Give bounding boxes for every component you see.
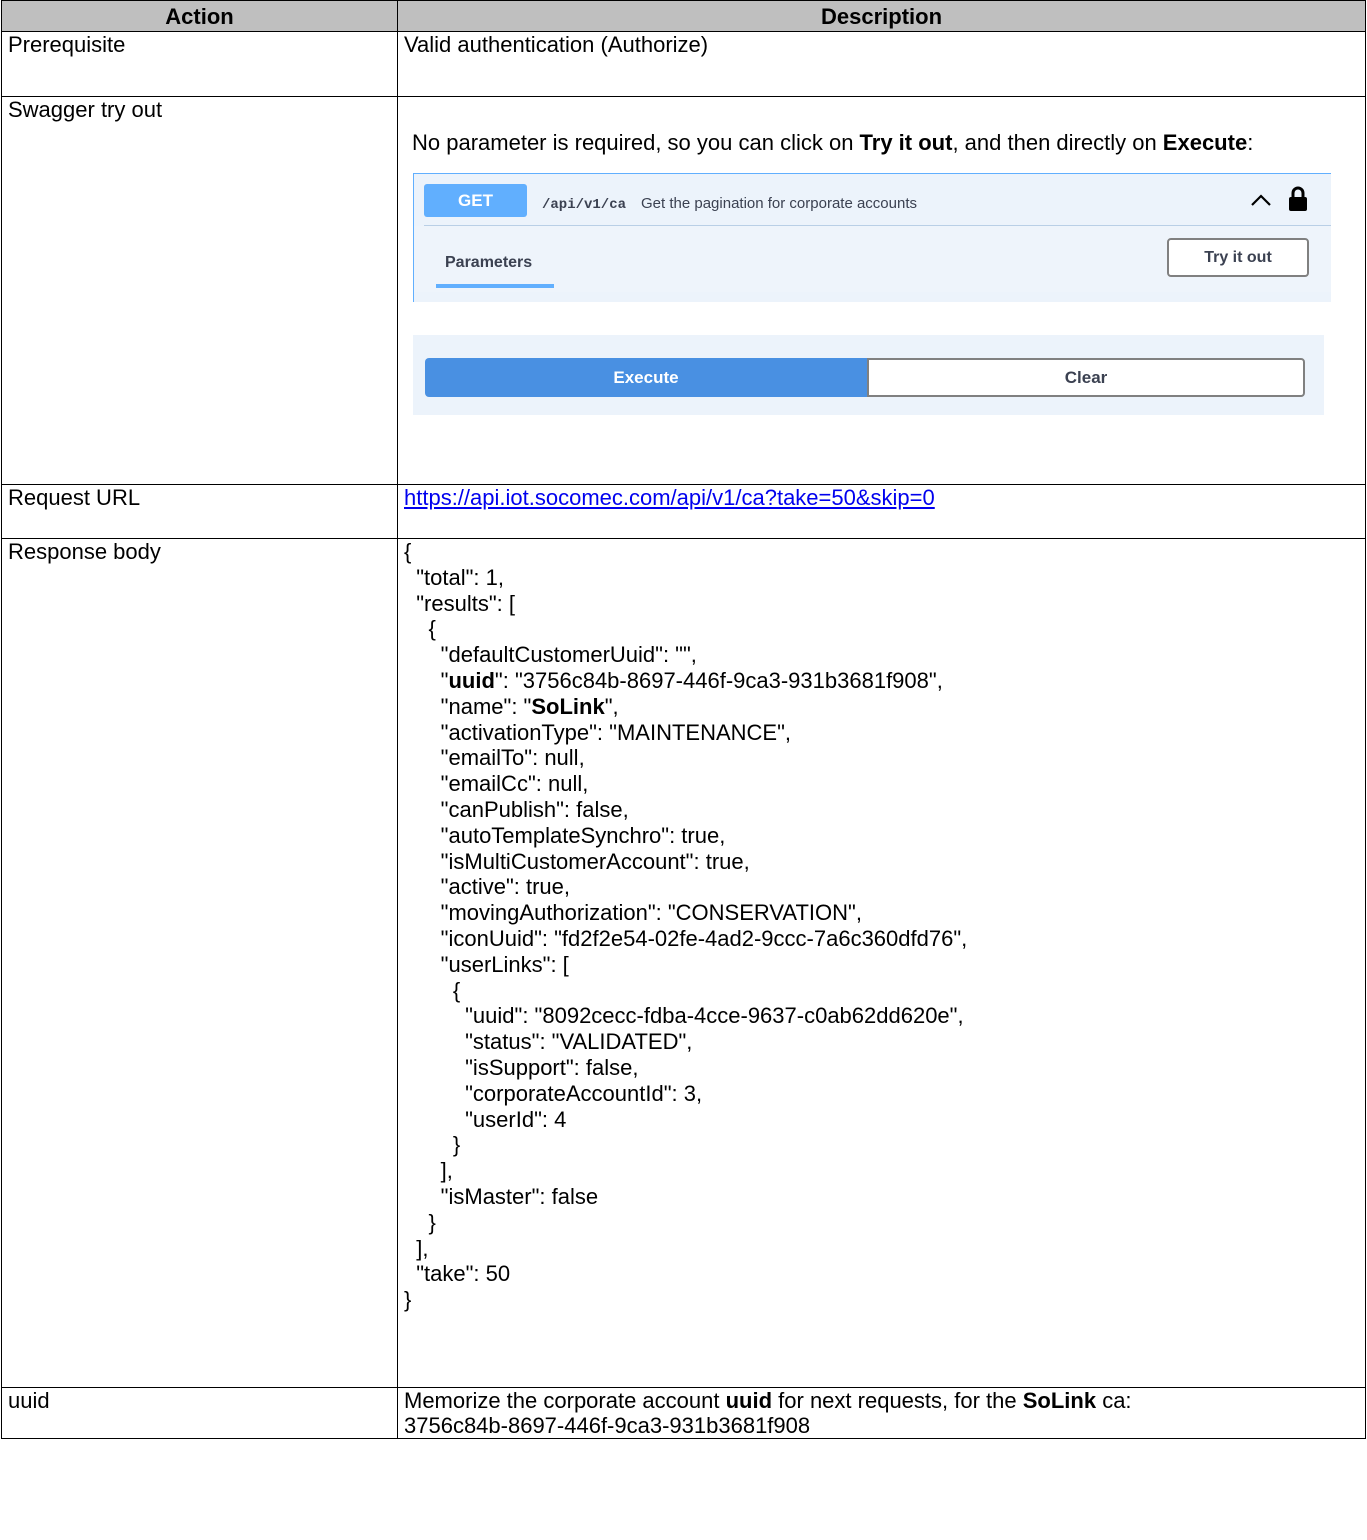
intro-text-part: , and then directly on	[952, 130, 1163, 155]
intro-try-emphasis: Try it out	[859, 130, 953, 155]
request-url-action: Request URL	[1, 484, 398, 539]
intro-text-part: :	[1247, 130, 1254, 155]
response-json: { "total": 1, "results": [ { "defaultCus…	[404, 539, 968, 1313]
tab-parameters[interactable]: Parameters	[445, 250, 532, 275]
solink-emphasis: SoLink	[1022, 1388, 1097, 1413]
tab-active-indicator	[436, 284, 554, 288]
clear-button[interactable]: Clear	[867, 358, 1305, 397]
try-it-out-button[interactable]: Try it out	[1167, 238, 1309, 277]
request-url-description: https://api.iot.socomec.com/api/v1/ca?ta…	[397, 484, 1366, 539]
response-action: Response body	[1, 538, 398, 1388]
row-prerequisite: Prerequisite Valid authentication (Autho…	[1, 31, 1366, 97]
swagger-description: No parameter is required, so you can cli…	[397, 96, 1366, 485]
swagger-intro-text: No parameter is required, so you can cli…	[412, 130, 1327, 155]
row-swagger: Swagger try out No parameter is required…	[1, 96, 1366, 485]
uuid-description: Memorize the corporate account uuid for …	[397, 1387, 1366, 1439]
response-description: { "total": 1, "results": [ { "defaultCus…	[397, 538, 1366, 1388]
uuid-text-part: Memorize the corporate account	[404, 1388, 726, 1413]
prerequisite-action: Prerequisite	[1, 31, 398, 97]
prerequisite-description: Valid authentication (Authorize)	[397, 31, 1366, 97]
intro-execute-emphasis: Execute	[1162, 130, 1248, 155]
uuid-text-part: for next requests, for the	[772, 1388, 1023, 1413]
row-uuid: uuid Memorize the corporate account uuid…	[1, 1387, 1366, 1439]
uuid-text-part: ca:	[1096, 1388, 1132, 1413]
swagger-action: Swagger try out	[1, 96, 398, 485]
lock-icon[interactable]	[1288, 186, 1308, 212]
endpoint-summary: Get the pagination for corporate account…	[641, 195, 918, 212]
request-url-link[interactable]: https://api.iot.socomec.com/api/v1/ca?ta…	[404, 485, 935, 510]
row-response-body: Response body { "total": 1, "results": […	[1, 538, 1366, 1388]
uuid-emphasis: uuid	[725, 1388, 773, 1413]
header-row: Action Description	[1, 0, 1366, 32]
row-request-url: Request URL https://api.iot.socomec.com/…	[1, 484, 1366, 539]
execute-button[interactable]: Execute	[425, 358, 867, 397]
action-header: Action	[1, 0, 398, 32]
execute-bar: Execute Clear	[413, 335, 1324, 415]
description-header: Description	[397, 0, 1366, 32]
uuid-action: uuid	[1, 1387, 398, 1439]
chevron-up-icon[interactable]	[1250, 189, 1272, 214]
method-badge[interactable]: GET	[424, 184, 527, 217]
documentation-table: Action Description Prerequisite Valid au…	[1, 0, 1366, 1439]
uuid-value: 3756c84b-8697-446f-9ca3-931b3681f908	[404, 1413, 811, 1438]
endpoint-path: /api/v1/ca	[542, 197, 627, 213]
swagger-operation-panel: GET /api/v1/ca Get the pagination for co…	[413, 173, 1331, 302]
intro-text-part: No parameter is required, so you can cli…	[412, 130, 860, 155]
